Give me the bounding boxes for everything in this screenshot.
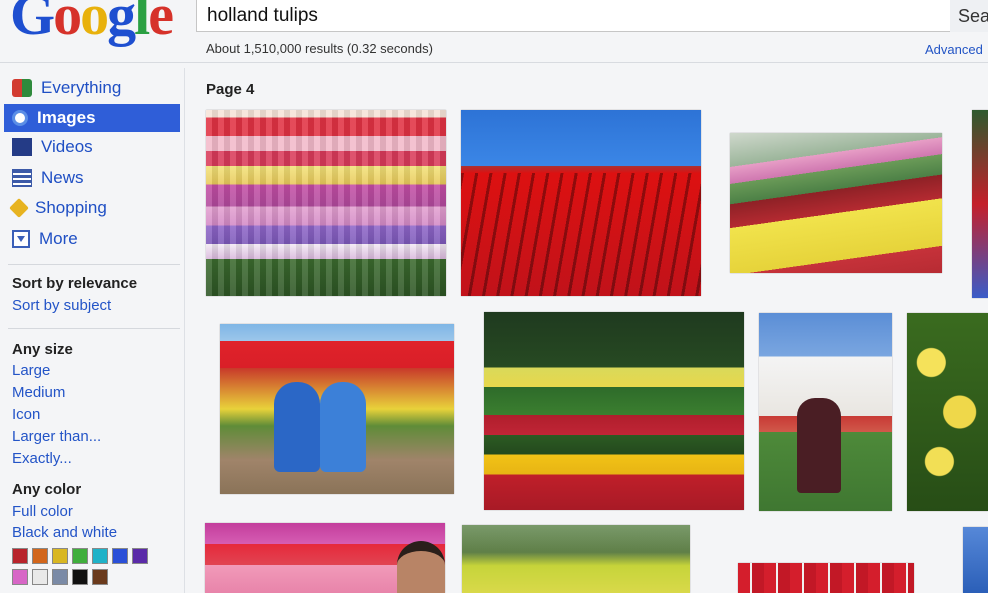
result-stats: About 1,510,000 results (0.32 seconds): [206, 41, 433, 56]
image-thumbnail[interactable]: [963, 527, 988, 593]
nav-news[interactable]: News: [4, 164, 180, 192]
header-divider: [0, 62, 988, 63]
color-swatches: [12, 548, 152, 590]
image-thumbnail[interactable]: [461, 110, 701, 296]
nav-shopping[interactable]: Shopping: [4, 194, 180, 222]
size-large-link[interactable]: Large: [12, 362, 50, 379]
color-swatch[interactable]: [12, 548, 28, 564]
image-thumbnail[interactable]: [907, 313, 988, 511]
nav-videos[interactable]: Videos: [4, 133, 180, 161]
size-icon-link[interactable]: Icon: [12, 406, 40, 423]
color-swatch[interactable]: [52, 548, 68, 564]
sidebar-separator: [8, 328, 180, 329]
advanced-search-link[interactable]: Advanced: [925, 42, 983, 57]
search-input[interactable]: holland tulips: [196, 0, 956, 32]
image-thumbnail[interactable]: [220, 324, 454, 494]
color-swatch[interactable]: [92, 548, 108, 564]
color-swatch[interactable]: [132, 548, 148, 564]
google-logo[interactable]: Google: [10, 0, 174, 44]
size-heading: Any size: [12, 341, 73, 358]
nav-everything[interactable]: Everything: [4, 74, 180, 102]
sidebar: Everything Images Videos News Shopping M…: [0, 70, 184, 593]
size-larger-than-link[interactable]: Larger than...: [12, 428, 101, 445]
person-figure: [397, 541, 445, 593]
color-swatch[interactable]: [32, 569, 48, 585]
nav-images[interactable]: Images: [4, 104, 180, 132]
everything-icon: [12, 79, 32, 97]
image-thumbnail[interactable]: [730, 133, 942, 273]
color-swatch[interactable]: [72, 548, 88, 564]
image-thumbnail[interactable]: [206, 110, 446, 296]
news-icon: [12, 169, 32, 187]
color-swatch[interactable]: [32, 548, 48, 564]
color-swatch[interactable]: [92, 569, 108, 585]
image-thumbnail[interactable]: [972, 110, 988, 298]
size-exactly-link[interactable]: Exactly...: [12, 450, 72, 467]
shopping-icon: [9, 198, 29, 218]
person-figure: [320, 382, 366, 472]
sidebar-divider: [184, 68, 185, 593]
color-heading: Any color: [12, 481, 82, 498]
image-thumbnail[interactable]: [738, 563, 914, 593]
sort-by-subject-link[interactable]: Sort by subject: [12, 297, 111, 314]
color-bw-link[interactable]: Black and white: [12, 524, 117, 541]
image-thumbnail[interactable]: [205, 523, 445, 593]
search-button[interactable]: Sea: [950, 0, 988, 32]
color-swatch[interactable]: [52, 569, 68, 585]
image-thumbnail[interactable]: [759, 313, 892, 511]
person-figure: [797, 398, 841, 493]
color-swatch[interactable]: [12, 569, 28, 585]
size-medium-link[interactable]: Medium: [12, 384, 65, 401]
sidebar-separator: [8, 264, 180, 265]
sort-by-relevance: Sort by relevance: [12, 275, 138, 292]
nav-more[interactable]: More: [4, 225, 180, 253]
images-icon: [12, 110, 28, 126]
more-icon: [12, 230, 30, 248]
videos-icon: [12, 138, 32, 156]
color-swatch[interactable]: [72, 569, 88, 585]
image-thumbnail[interactable]: [462, 525, 690, 593]
image-thumbnail[interactable]: [484, 312, 744, 510]
color-swatch[interactable]: [112, 548, 128, 564]
person-figure: [274, 382, 320, 472]
page-label: Page 4: [206, 81, 255, 98]
color-full-link[interactable]: Full color: [12, 503, 73, 520]
